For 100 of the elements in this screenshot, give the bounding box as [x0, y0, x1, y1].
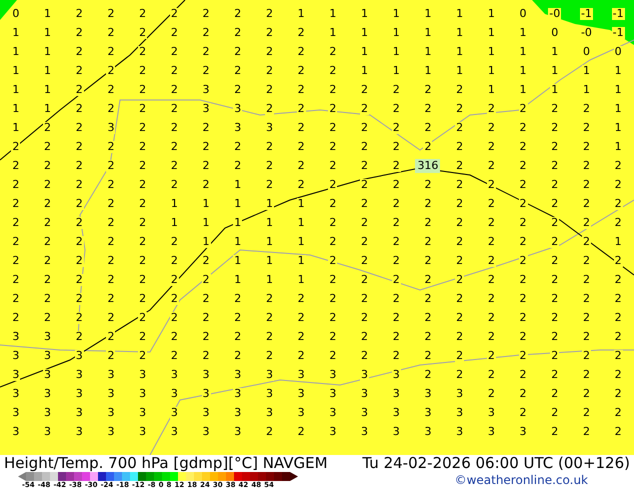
grid-value: 2 [614, 368, 623, 380]
grid-value: 3 [486, 426, 496, 438]
grid-value: 2 [43, 160, 52, 172]
grid-value: 2 [550, 312, 560, 324]
credit-link[interactable]: ©weatheronline.co.uk [454, 472, 588, 488]
grid-value: 2 [486, 236, 496, 248]
grid-value: 1 [233, 178, 242, 190]
grid-value: 2 [264, 330, 274, 342]
grid-value: 2 [328, 292, 338, 304]
grid-value: 1 [614, 140, 623, 152]
grid-value: 3 [106, 426, 116, 438]
grid-value: 2 [202, 254, 211, 266]
grid-value: 2 [138, 216, 148, 228]
grid-value: 2 [138, 8, 148, 20]
grid-value: 3 [170, 426, 179, 438]
grid-value: 1 [582, 64, 591, 76]
grid-value: 2 [360, 84, 370, 96]
grid-value: 3 [106, 388, 116, 400]
grid-value: 2 [170, 274, 179, 286]
grid-value: 2 [455, 254, 464, 266]
grid-value: 2 [202, 160, 211, 172]
grid-value: 2 [360, 140, 370, 152]
grid-value: 2 [74, 312, 84, 324]
grid-value: 2 [202, 274, 211, 286]
grid-value: 1 [296, 198, 306, 210]
grid-value: 2 [392, 122, 401, 134]
grid-value: 3 [328, 426, 338, 438]
grid-value: 3 [74, 426, 84, 438]
grid-value: 2 [328, 140, 338, 152]
grid-value: 2 [455, 236, 464, 248]
grid-value: 1 [296, 274, 306, 286]
grid-value: 2 [264, 102, 274, 114]
grid-value: 2 [582, 198, 591, 210]
grid-value: 2 [614, 254, 623, 266]
grid-value: 2 [138, 312, 148, 324]
grid-value: 2 [106, 292, 116, 304]
grid-value: 3 [296, 406, 306, 418]
grid-value: 2 [486, 274, 496, 286]
grid-value: 2 [582, 292, 591, 304]
grid-value: 1 [486, 64, 496, 76]
grid-value: 2 [138, 274, 148, 286]
grid-value: 1 [264, 216, 274, 228]
grid-value: 2 [170, 84, 179, 96]
grid-value: 2 [360, 216, 370, 228]
grid-value: 2 [423, 330, 432, 342]
grid-value: 2 [202, 312, 211, 324]
grid-value: 3 [43, 350, 52, 362]
grid-value: 3 [74, 388, 84, 400]
grid-value: 1 [455, 8, 464, 20]
grid-value: 3 [106, 368, 116, 380]
grid-value: 0 [11, 8, 20, 20]
grid-value: 2 [582, 312, 591, 324]
grid-value: 2 [455, 330, 464, 342]
grid-value: 3 [233, 388, 242, 400]
grid-value: 3 [202, 406, 211, 418]
grid-value: 3 [233, 102, 242, 114]
grid-value: 3 [106, 122, 116, 134]
grid-value: 3 [43, 406, 52, 418]
grid-value: 2 [74, 292, 84, 304]
grid-value: 2 [360, 274, 370, 286]
grid-value: 2 [138, 292, 148, 304]
grid-value: 2 [614, 274, 623, 286]
grid-value: 2 [550, 254, 560, 266]
grid-value: 2 [614, 406, 623, 418]
chart-title: Height/Temp. 700 hPa [gdmp][°C] NAVGEM [4, 455, 328, 472]
grid-value: 2 [518, 216, 528, 228]
grid-value: 2 [11, 292, 20, 304]
grid-value: 2 [518, 102, 528, 114]
grid-value: 1 [233, 198, 242, 210]
grid-value: 1 [455, 46, 464, 58]
grid-value: 2 [74, 274, 84, 286]
grid-value: 3 [264, 368, 274, 380]
grid-value: 2 [582, 330, 591, 342]
grid-value: 2 [423, 216, 432, 228]
grid-value: 2 [423, 368, 432, 380]
grid-value: 2 [170, 254, 179, 266]
grid-value: 2 [74, 178, 84, 190]
grid-value: 2 [582, 350, 591, 362]
grid-value: 2 [138, 140, 148, 152]
grid-value: 1 [392, 46, 401, 58]
grid-value: 2 [202, 8, 211, 20]
grid-value: 2 [74, 236, 84, 248]
grid-value: 2 [392, 330, 401, 342]
grid-value: 2 [138, 198, 148, 210]
grid-value: 2 [233, 64, 242, 76]
grid-value: 1 [518, 64, 528, 76]
grid-value: 2 [74, 198, 84, 210]
grid-value: 2 [423, 102, 432, 114]
grid-value: 2 [614, 198, 623, 210]
grid-value: 2 [43, 122, 52, 134]
grid-value: 2 [202, 64, 211, 76]
grid-value: 2 [264, 350, 274, 362]
grid-value: 2 [614, 350, 623, 362]
grid-value: 3 [11, 368, 20, 380]
grid-value: 2 [106, 26, 116, 38]
grid-value: 1 [392, 26, 401, 38]
grid-value: 2 [11, 236, 20, 248]
cold-area [0, 0, 17, 20]
grid-value: 1 [264, 236, 274, 248]
grid-value: 1 [360, 64, 370, 76]
